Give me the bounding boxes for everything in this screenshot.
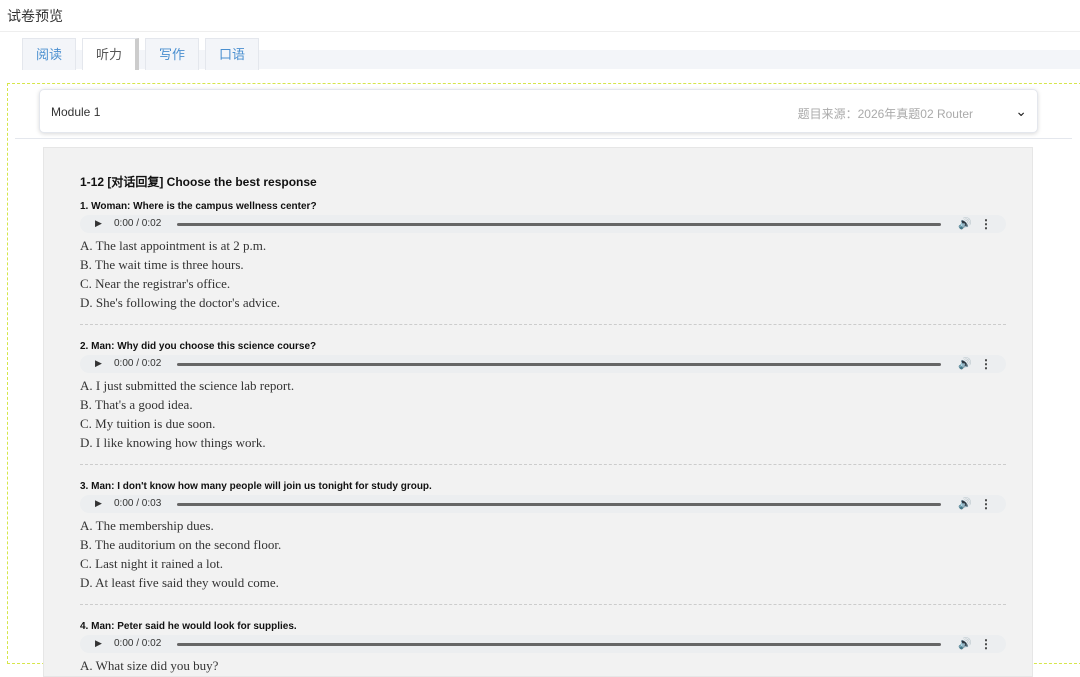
- question-separator: [80, 324, 1006, 325]
- question-item: 4. Man: Peter said he would look for sup…: [80, 621, 1006, 675]
- answer-option: C. Last night it rained a lot.: [80, 556, 223, 571]
- audio-player[interactable]: ▶ 0:00 / 0:03 🔊 ⋮: [80, 495, 1006, 513]
- volume-icon[interactable]: 🔊: [958, 637, 972, 650]
- answer-option: A. The last appointment is at 2 p.m.: [80, 238, 267, 253]
- volume-icon[interactable]: 🔊: [958, 217, 972, 230]
- question-text: 2. Man: Why did you choose this science …: [80, 341, 317, 352]
- answer-option: D. I like knowing how things work.: [80, 435, 266, 450]
- answer-option: D. She's following the doctor's advice.: [80, 295, 281, 310]
- audio-time: 0:00 / 0:02: [114, 218, 162, 229]
- answer-option: A. The membership dues.: [80, 518, 214, 533]
- answer-option: D. At least five said they would come.: [80, 575, 279, 590]
- tab-reading[interactable]: 阅读: [22, 38, 77, 70]
- volume-icon[interactable]: 🔊: [958, 357, 972, 370]
- module-source: 题目来源：2026年真题02 Router: [797, 107, 973, 121]
- audio-time: 0:00 / 0:02: [114, 638, 162, 649]
- audio-progress-slider[interactable]: [177, 363, 941, 366]
- question-text: 4. Man: Peter said he would look for sup…: [80, 621, 297, 632]
- question-panel: 1-12 [对话回复] Choose the best response 1. …: [43, 147, 1033, 677]
- tab-listening[interactable]: 听力: [82, 38, 140, 70]
- audio-player[interactable]: ▶ 0:00 / 0:02 🔊 ⋮: [80, 635, 1006, 653]
- chevron-down-icon[interactable]: ⌄: [1015, 103, 1027, 120]
- tab-writing[interactable]: 写作: [145, 38, 200, 70]
- question-separator: [80, 604, 1006, 605]
- audio-progress-slider[interactable]: [177, 223, 941, 226]
- answer-option: B. The wait time is three hours.: [80, 257, 244, 272]
- audio-player[interactable]: ▶ 0:00 / 0:02 🔊 ⋮: [80, 215, 1006, 233]
- audio-player[interactable]: ▶ 0:00 / 0:02 🔊 ⋮: [80, 355, 1006, 373]
- audio-progress-slider[interactable]: [177, 503, 941, 506]
- more-options-icon[interactable]: ⋮: [980, 357, 992, 371]
- play-icon[interactable]: ▶: [95, 498, 102, 509]
- module-name: Module 1: [51, 105, 101, 119]
- answer-option: C. My tuition is due soon.: [80, 416, 216, 431]
- question-separator: [80, 464, 1006, 465]
- play-icon[interactable]: ▶: [95, 638, 102, 649]
- answer-option: C. Near the registrar's office.: [80, 276, 231, 291]
- more-options-icon[interactable]: ⋮: [980, 217, 992, 231]
- question-text: 3. Man: I don't know how many people wil…: [80, 481, 432, 492]
- volume-icon[interactable]: 🔊: [958, 497, 972, 510]
- more-options-icon[interactable]: ⋮: [980, 637, 992, 651]
- play-icon[interactable]: ▶: [95, 358, 102, 369]
- tab-speaking[interactable]: 口语: [205, 38, 260, 70]
- question-item: 2. Man: Why did you choose this science …: [80, 341, 1006, 452]
- more-options-icon[interactable]: ⋮: [980, 497, 992, 511]
- question-text: 1. Woman: Where is the campus wellness c…: [80, 201, 317, 212]
- question-item: 3. Man: I don't know how many people wil…: [80, 481, 1006, 592]
- answer-option: B. That's a good idea.: [80, 397, 193, 412]
- audio-progress-slider[interactable]: [177, 643, 941, 646]
- tab-bar: 阅读 听力 写作 口语: [22, 38, 260, 70]
- section-title: 1-12 [对话回复] Choose the best response: [80, 175, 317, 189]
- answer-option: A. What size did you buy?: [80, 658, 219, 673]
- play-icon[interactable]: ▶: [95, 218, 102, 229]
- question-item: 1. Woman: Where is the campus wellness c…: [80, 201, 1006, 312]
- answer-option: A. I just submitted the science lab repo…: [80, 378, 295, 393]
- audio-time: 0:00 / 0:02: [114, 358, 162, 369]
- audio-time: 0:00 / 0:03: [114, 498, 162, 509]
- divider: [15, 138, 1072, 139]
- module-header[interactable]: Module 1 题目来源：2026年真题02 Router ⌄: [39, 89, 1038, 133]
- divider: [0, 31, 1080, 32]
- answer-option: B. The auditorium on the second floor.: [80, 537, 282, 552]
- page-title: 试卷预览: [7, 8, 63, 24]
